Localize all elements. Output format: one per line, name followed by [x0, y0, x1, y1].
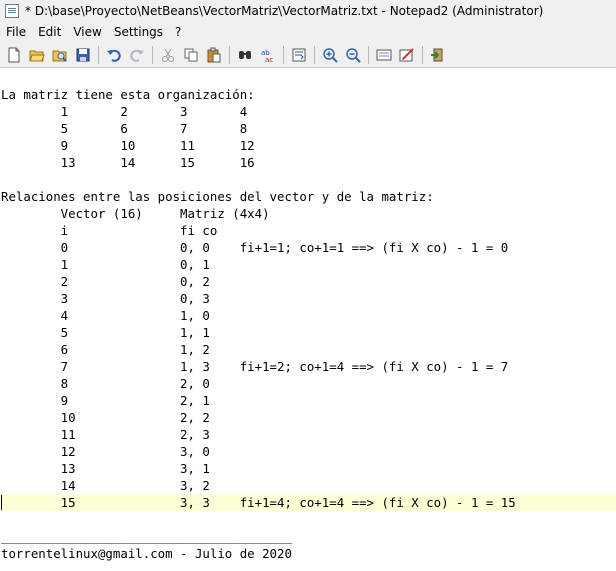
text-line[interactable]: 14 3, 2 [1, 477, 616, 494]
text-line[interactable]: 13 14 15 16 [1, 154, 616, 171]
text-line[interactable] [1, 171, 616, 188]
menu-help[interactable]: ? [169, 25, 187, 39]
toolbar-separator [229, 45, 230, 64]
zoom-out-icon[interactable] [343, 45, 363, 65]
word-wrap-icon[interactable] [289, 45, 309, 65]
zoom-in-icon[interactable] [320, 45, 340, 65]
save-icon[interactable] [73, 45, 93, 65]
text-line[interactable]: torrentelinux@gmail.com - Julio de 2020 [1, 545, 616, 562]
select-scheme-icon[interactable] [374, 45, 394, 65]
current-line[interactable]: 15 3, 3 fi+1=4; co+1=4 ==> (fi X co) - 1… [0, 494, 616, 511]
text-line[interactable] [1, 511, 616, 528]
text-caret [1, 495, 2, 510]
text-line[interactable]: 13 3, 1 [1, 460, 616, 477]
text-line[interactable]: 5 1, 1 [1, 324, 616, 341]
menu-settings[interactable]: Settings [108, 25, 169, 39]
text-line[interactable]: i fi co [1, 222, 616, 239]
cut-icon[interactable] [158, 45, 178, 65]
text-line[interactable]: La matriz tiene esta organización: [1, 86, 616, 103]
copy-icon[interactable] [181, 45, 201, 65]
window-title: * D:\base\Proyecto\NetBeans\VectorMatriz… [25, 4, 544, 18]
exit-icon[interactable] [428, 45, 448, 65]
undo-icon[interactable] [104, 45, 124, 65]
svg-text:ac: ac [265, 56, 273, 63]
text-line[interactable]: 7 1, 3 fi+1=2; co+1=4 ==> (fi X co) - 1 … [1, 358, 616, 375]
text-line[interactable]: 2 0, 2 [1, 273, 616, 290]
menu-file[interactable]: File [0, 25, 32, 39]
menu-view[interactable]: View [67, 25, 107, 39]
text-line[interactable]: 11 2, 3 [1, 426, 616, 443]
text-line[interactable]: 8 2, 0 [1, 375, 616, 392]
text-line[interactable]: Vector (16) Matriz (4x4) [1, 205, 616, 222]
menu-bar: File Edit View Settings ? [0, 22, 616, 42]
new-icon[interactable] [4, 45, 24, 65]
toolbar-separator [368, 45, 369, 64]
replace-icon[interactable]: ab ac [258, 45, 278, 65]
text-line[interactable]: _______________________________________ [1, 528, 616, 545]
text-line[interactable]: 0 0, 0 fi+1=1; co+1=1 ==> (fi X co) - 1 … [1, 239, 616, 256]
text-line[interactable]: 10 2, 2 [1, 409, 616, 426]
text-line[interactable]: 1 2 3 4 [1, 103, 616, 120]
toolbar-separator [98, 45, 99, 64]
toolbar-separator [283, 45, 284, 64]
text-line[interactable]: 4 1, 0 [1, 307, 616, 324]
open-icon[interactable] [27, 45, 47, 65]
toolbar-separator [422, 45, 423, 64]
title-bar: * D:\base\Proyecto\NetBeans\VectorMatriz… [0, 0, 616, 22]
find-icon[interactable] [235, 45, 255, 65]
text-line[interactable]: 9 10 11 12 [1, 137, 616, 154]
notepad-app-icon[interactable] [5, 4, 19, 18]
redo-icon[interactable] [127, 45, 147, 65]
customize-scheme-icon[interactable] [397, 45, 417, 65]
toolbar: ab ac [0, 42, 616, 68]
text-line[interactable]: Relaciones entre las posiciones del vect… [1, 188, 616, 205]
text-line[interactable]: 5 6 7 8 [1, 120, 616, 137]
text-line[interactable]: 1 0, 1 [1, 256, 616, 273]
text-line[interactable]: 12 3, 0 [1, 443, 616, 460]
browse-icon[interactable] [50, 45, 70, 65]
text-line[interactable]: 6 1, 2 [1, 341, 616, 358]
menu-edit[interactable]: Edit [32, 25, 67, 39]
paste-icon[interactable] [204, 45, 224, 65]
text-line[interactable]: 3 0, 3 [1, 290, 616, 307]
text-editor[interactable]: La matriz tiene esta organización: 1 2 3… [0, 68, 616, 571]
text-line[interactable]: 9 2, 1 [1, 392, 616, 409]
toolbar-separator [152, 45, 153, 64]
toolbar-separator [314, 45, 315, 64]
editor-lines[interactable]: La matriz tiene esta organización: 1 2 3… [0, 86, 616, 562]
